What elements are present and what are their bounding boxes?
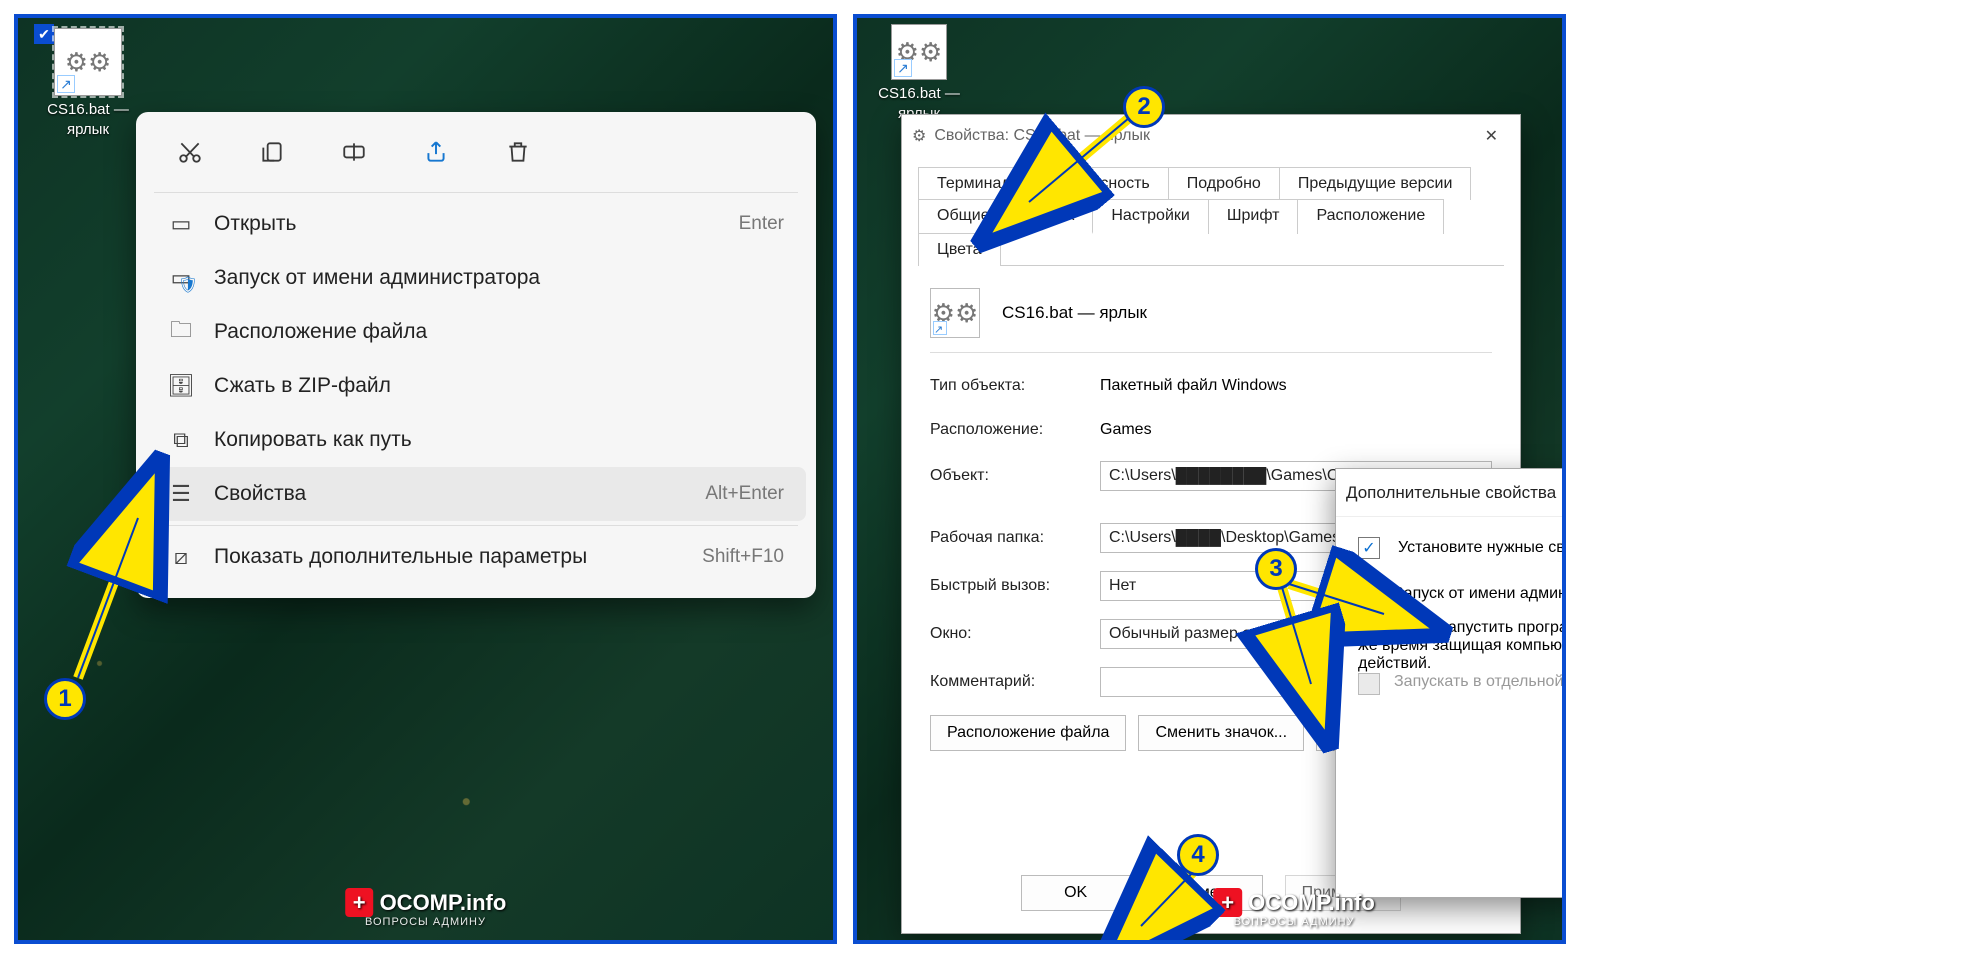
separate-memory-label: Запускать в отдельной области памяти: [1394, 673, 1566, 691]
share-icon[interactable]: [416, 132, 456, 172]
properties-icon: ☰: [168, 481, 194, 507]
advanced-properties-dialog: Дополнительные свойства ✕ ✓ Установите н…: [1335, 468, 1566, 898]
tab-security[interactable]: Безопасность: [1029, 167, 1169, 200]
properties-tabs: Терминал Безопасность Подробно Предыдущи…: [902, 157, 1520, 265]
workdir-label: Рабочая папка:: [930, 529, 1100, 547]
shortcut-name: CS16.bat — ярлык: [1002, 303, 1147, 323]
delete-icon[interactable]: [498, 132, 538, 172]
selection-check-icon: ✔: [34, 24, 54, 44]
copy-icon[interactable]: [252, 132, 292, 172]
separate-memory-checkbox: [1358, 673, 1380, 695]
comment-label: Комментарий:: [930, 673, 1100, 691]
more-icon: ⧄: [168, 544, 194, 570]
zip-icon: 🗄: [168, 373, 194, 399]
plus-icon: +: [1213, 888, 1242, 917]
shortcut-arrow-icon: ↗: [894, 59, 912, 77]
ctx-open[interactable]: ▭ Открыть Enter: [146, 197, 806, 251]
tab-details[interactable]: Подробно: [1168, 167, 1280, 200]
shortcut-thumb: ⚙⚙ ↗: [54, 28, 122, 96]
run-as-admin-label: Запуск от имени администратора: [1394, 585, 1566, 603]
tab-colors[interactable]: Цвета: [918, 233, 1001, 266]
shortcut-icon-large: ⚙⚙ ↗: [930, 288, 980, 338]
open-icon: ▭: [168, 211, 194, 237]
advanced-title: Дополнительные свойства: [1346, 483, 1556, 503]
shortcut-label: CS16.bat — ярлык: [38, 100, 138, 139]
ctx-copy-as-path[interactable]: ⧉ Копировать как путь: [146, 413, 806, 467]
tab-shortcut[interactable]: Ярлык: [1008, 199, 1094, 234]
rename-icon[interactable]: [334, 132, 374, 172]
ctx-compress-zip[interactable]: 🗄 Сжать в ZIP-файл: [146, 359, 806, 413]
heading-check-icon: ✓: [1358, 537, 1380, 559]
ctx-run-as-admin[interactable]: ▭ Запуск от имени администратора: [146, 251, 806, 305]
window-label: Окно:: [930, 625, 1100, 643]
shortcut-arrow-icon: ↗: [57, 75, 75, 93]
plus-icon: +: [345, 888, 374, 917]
tab-layout[interactable]: Расположение: [1297, 199, 1444, 234]
close-icon[interactable]: ✕: [1473, 122, 1510, 150]
target-label: Объект:: [930, 467, 1100, 485]
watermark: +OCOMP.info ВОПРОСЫ АДМИНУ: [1213, 890, 1375, 928]
admin-shield-icon: ▭: [168, 265, 194, 291]
location-label: Расположение:: [930, 421, 1100, 439]
step-badge-3: 3: [1255, 548, 1297, 590]
step-badge-1: 1: [44, 678, 86, 720]
path-icon: ⧉: [168, 427, 194, 453]
tab-general[interactable]: Общие: [918, 199, 1009, 234]
properties-title: Свойства: CS16.bat — ярлык: [934, 127, 1150, 145]
run-as-admin-checkbox[interactable]: ✓: [1358, 585, 1380, 607]
change-icon-button[interactable]: Сменить значок...: [1138, 715, 1304, 751]
tab-previous-versions[interactable]: Предыдущие версии: [1279, 167, 1472, 200]
ctx-show-more-options[interactable]: ⧄ Показать дополнительные параметры Shif…: [146, 530, 806, 584]
screenshot-right: ⚙⚙ ↗ CS16.bat — ярлык ⚙ Свойства: CS16.b…: [853, 14, 1566, 944]
advanced-heading: Установите нужные свойства для этого ярл…: [1398, 539, 1566, 557]
context-menu: ▭ Открыть Enter ▭ Запуск от имени админи…: [136, 112, 816, 598]
type-value: Пакетный файл Windows: [1100, 373, 1492, 399]
shortcut-arrow-icon: ↗: [933, 321, 947, 335]
shortcut-thumb: ⚙⚙ ↗: [891, 24, 947, 80]
gears-icon: ⚙⚙: [65, 47, 112, 78]
ctx-properties[interactable]: ☰ Свойства Alt+Enter: [146, 467, 806, 521]
hotkey-label: Быстрый вызов:: [930, 577, 1100, 595]
gears-icon: ⚙: [912, 126, 926, 146]
tab-font[interactable]: Шрифт: [1208, 199, 1299, 234]
location-value: Games: [1100, 417, 1492, 443]
folder-icon: 🗀: [168, 319, 194, 345]
watermark: +OCOMP.info ВОПРОСЫ АДМИНУ: [345, 890, 507, 928]
cut-icon[interactable]: [170, 132, 210, 172]
file-location-button[interactable]: Расположение файла: [930, 715, 1126, 751]
ctx-file-location[interactable]: 🗀 Расположение файла: [146, 305, 806, 359]
tab-terminal[interactable]: Терминал: [918, 167, 1030, 200]
desktop-shortcut-right[interactable]: ⚙⚙ ↗ CS16.bat — ярлык: [869, 24, 969, 123]
properties-ok-button[interactable]: OK: [1021, 875, 1131, 911]
properties-titlebar[interactable]: ⚙ Свойства: CS16.bat — ярлык ✕: [902, 115, 1520, 157]
step-badge-2: 2: [1123, 86, 1165, 128]
tab-settings[interactable]: Настройки: [1092, 199, 1208, 234]
screenshot-left: ✔ ⚙⚙ ↗ CS16.bat — ярлык ▭: [14, 14, 837, 944]
desktop-shortcut[interactable]: ✔ ⚙⚙ ↗ CS16.bat — ярлык: [38, 28, 138, 139]
run-as-admin-description: Позволяет запустить программу от имени а…: [1358, 619, 1566, 673]
type-label: Тип объекта:: [930, 377, 1100, 395]
step-badge-4: 4: [1177, 834, 1219, 876]
